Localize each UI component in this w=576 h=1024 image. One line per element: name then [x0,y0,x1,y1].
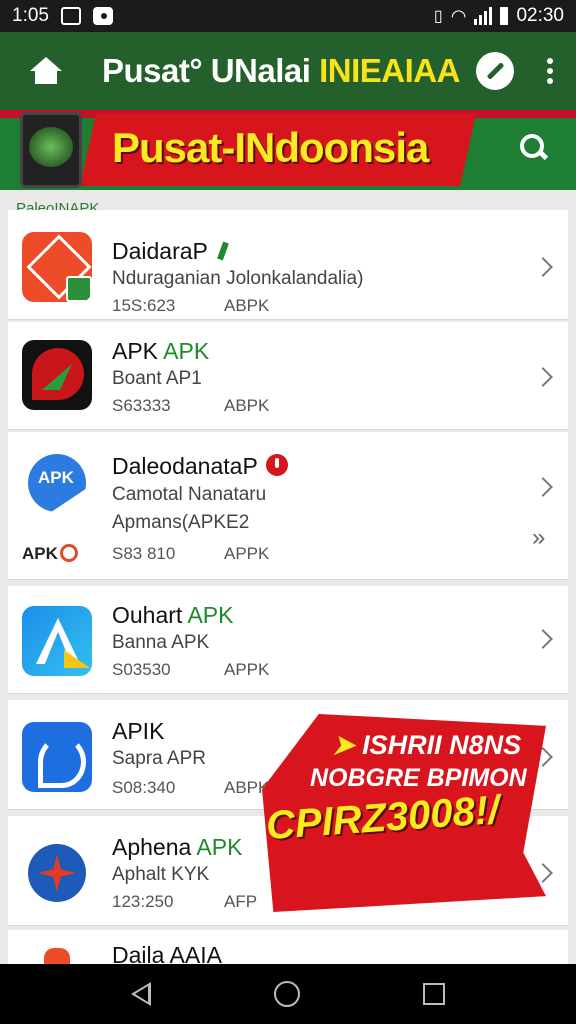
alert-icon [265,454,288,476]
compass-app-icon [22,838,92,908]
app-description: Banna APK [112,632,210,653]
app-type: APPK [224,544,270,563]
triangle-app-icon [22,606,92,676]
app-name: APK APK [112,338,210,364]
list-item[interactable]: APK APK Boant AP1 S63333 ABPK [8,322,568,430]
arrow-icon: ➤ [332,730,355,760]
more-options-icon[interactable] [540,53,560,89]
verified-icon [214,242,232,260]
home-icon[interactable] [28,53,64,89]
app-title: Pusat° UNalai INIEAIAA [102,52,460,90]
apk-tag: APK [22,544,78,564]
status-clock: 02:30 [516,5,564,26]
chevron-right-icon [533,257,553,277]
list-item[interactable]: APK APK DaleodanataP Camotal Nanataru Ap… [8,432,568,580]
app-title-main: Pusat° UNalai [102,52,320,89]
edit-button[interactable] [476,52,514,90]
app-description: Sapra APR [112,748,206,769]
header-banner: Pusat-INdoonsia [0,110,576,190]
list-item[interactable]: DaidaraP Nduraganian Jolonkalandalia) 15… [8,210,568,320]
app-size: S03530 [112,660,171,679]
app-type: AFP [224,892,258,911]
search-icon[interactable] [520,134,550,164]
app-size: S63333 [112,396,171,415]
app-size: 123:250 [112,892,174,911]
blue-app-icon [22,722,92,792]
app-description: Camotal Nanataru [112,484,267,505]
app-name: Aphena APK [112,834,243,860]
app-title-highlight: INIEAIAA [319,52,460,89]
apk-tag-icon [59,544,78,562]
double-chevron-icon[interactable]: » [532,524,545,552]
promo-sticker[interactable]: ➤ ISHRII N8NS NOBGRE BPIMON CPIRZ3008!/ [262,700,552,920]
app-size: 15S:623 [112,296,176,315]
app-name: APIK [112,718,165,744]
app-size: S08:340 [112,778,176,797]
image-icon [60,7,81,25]
status-bar: 1:05 ▯ ◠ 02:30 [0,0,576,32]
list-item[interactable]: Ouhart APK Banna APK S03530 APPK [8,586,568,694]
app-screen: 1:05 ▯ ◠ 02:30 Pusat° UNalai INIEAIAA Pu… [0,0,576,1024]
app-name: DaidaraP [112,238,232,265]
signal-icon [474,7,493,25]
toolbar: Pusat° UNalai INIEAIAA [0,32,576,110]
banner-title: Pusat-INdoonsia [112,124,429,171]
vibrate-icon: ▯ [433,8,443,25]
app-size: S83 810 [112,544,176,563]
chevron-right-icon [533,367,553,387]
phone-image [20,112,82,188]
apk-blue-app-icon: APK [22,450,92,520]
red-app-icon [22,232,92,302]
app-description: Nduraganian Jolonkalandalia) [112,268,364,289]
flag-app-icon [22,340,92,410]
app-name: DaleodanataP [112,452,288,480]
app-description: Aphalt KYK [112,864,210,885]
promo-line-1: ➤ ISHRII N8NS [332,730,522,760]
back-icon[interactable] [131,982,152,1006]
app-type: APPK [224,660,270,679]
wifi-icon: ◠ [450,5,467,26]
notification-icon [92,7,113,25]
app-description: Boant AP1 [112,368,202,389]
pencil-icon [486,62,504,80]
battery-icon [500,7,509,25]
recent-apps-icon[interactable] [422,983,445,1005]
app-name: Ouhart APK [112,602,234,628]
app-description-2: Apmans(APKE2 [112,512,250,533]
app-type: ABPK [224,396,270,415]
navigation-bar [0,964,576,1024]
status-time: 1:05 [12,5,49,26]
app-type: ABPK [224,296,270,315]
home-button-icon[interactable] [273,981,300,1007]
chevron-right-icon [533,477,553,497]
chevron-right-icon [533,629,553,649]
